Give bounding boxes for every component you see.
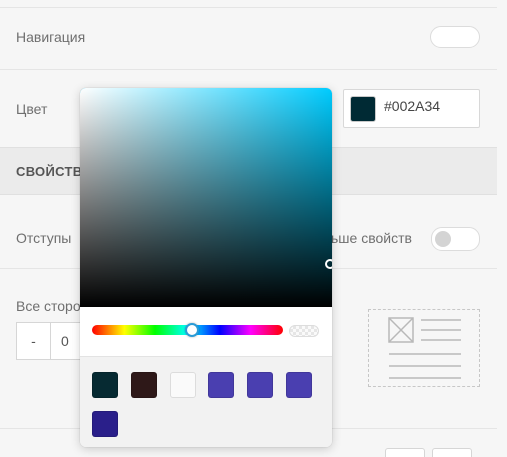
more-props-toggle[interactable]: [431, 227, 480, 251]
preset-indigo-2[interactable]: [247, 372, 273, 398]
color-label: Цвет: [16, 101, 48, 117]
color-field[interactable]: [343, 89, 480, 128]
color-hex-input[interactable]: [384, 98, 474, 114]
preset-indigo-3[interactable]: [286, 372, 312, 398]
more-props-label: ьше свойств: [331, 230, 412, 246]
bottom-control-left[interactable]: [385, 448, 425, 457]
alpha-slider[interactable]: [289, 325, 319, 337]
color-picker-popover: [80, 88, 332, 447]
layout-diagram-icon: [388, 317, 461, 379]
padding-label: Отступы: [16, 230, 72, 246]
preset-white[interactable]: [170, 372, 196, 398]
navigation-label: Навигация: [16, 29, 86, 45]
preset-indigo-1[interactable]: [208, 372, 234, 398]
all-sides-label: Все сторо: [16, 298, 81, 314]
divider: [0, 7, 497, 8]
stepper-minus-button[interactable]: -: [17, 323, 51, 359]
preset-swatches: [80, 356, 332, 447]
bottom-control-right[interactable]: [432, 448, 472, 457]
preset-dark-teal[interactable]: [92, 372, 118, 398]
toggle-knob: [435, 231, 451, 247]
stepper-value[interactable]: 0: [61, 333, 69, 349]
hue-slider-handle[interactable]: [185, 323, 199, 337]
color-swatch[interactable]: [350, 96, 376, 122]
navigation-toggle[interactable]: [430, 26, 480, 48]
saturation-handle[interactable]: [325, 259, 332, 269]
layout-diagram: [368, 309, 480, 387]
section-title: СВОЙСТВ: [16, 164, 83, 179]
preset-dark-brown[interactable]: [131, 372, 157, 398]
saturation-area[interactable]: [80, 88, 332, 307]
divider: [0, 69, 497, 70]
preset-navy[interactable]: [92, 411, 118, 437]
